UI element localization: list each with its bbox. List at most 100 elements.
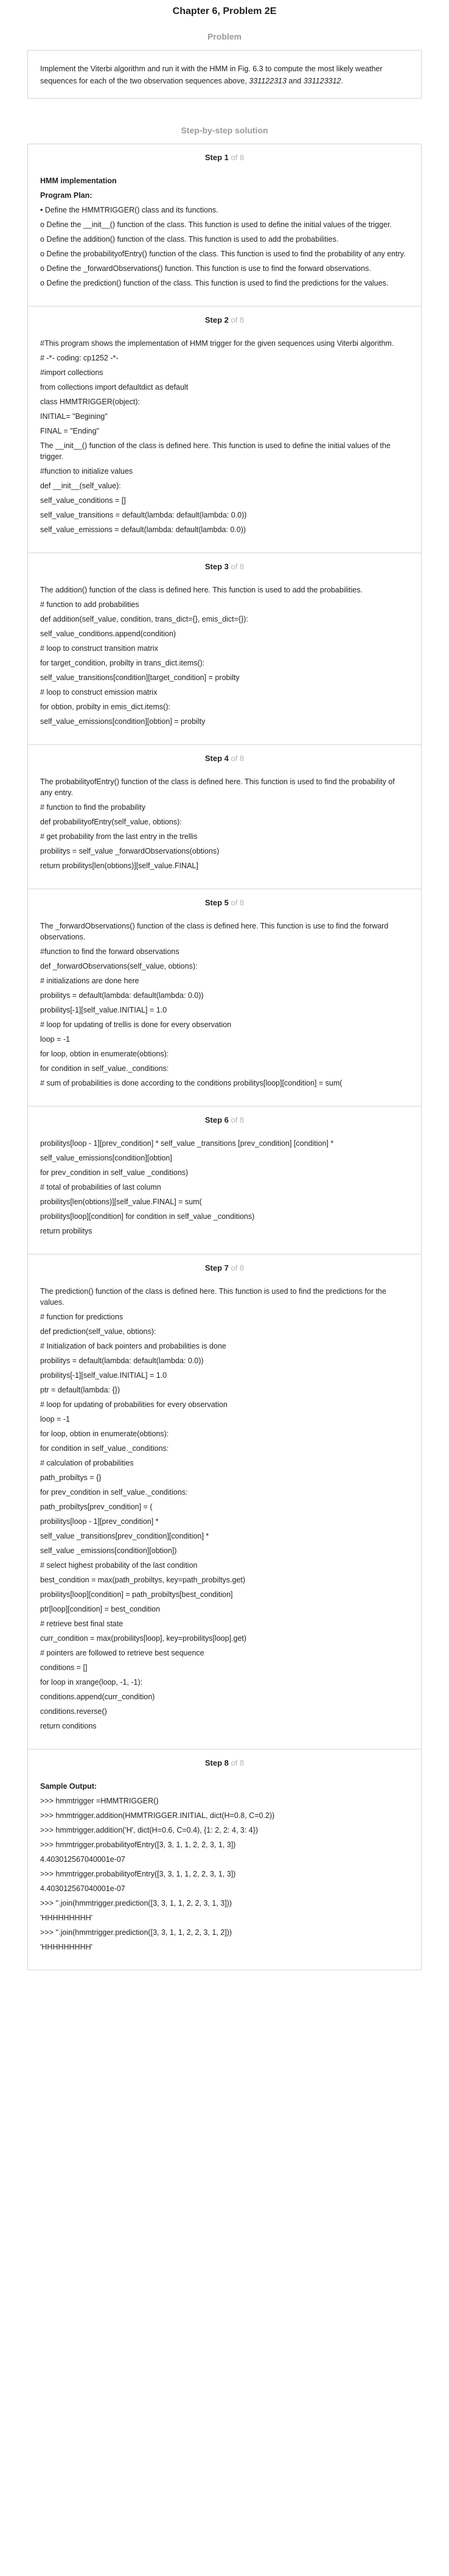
step-line: 4.403012567040001e-07 (40, 1855, 125, 1864)
step-number: Step 7 (204, 1263, 231, 1272)
step-line: # Initialization of back pointers and pr… (40, 1342, 226, 1350)
step-line: # function for predictions (40, 1313, 124, 1321)
step-line: #function to initialize values (40, 467, 133, 476)
step-line: loop = -1 (40, 1035, 70, 1044)
step-line: def probabilityofEntry(self_value, obtio… (40, 818, 182, 826)
step-line: The prediction() function of the class i… (40, 1287, 389, 1307)
step-line: for loop, obtion in enumerate(obtions): (40, 1430, 169, 1438)
problem-end: . (341, 77, 343, 85)
step-total: of 8 (231, 898, 245, 907)
step-line: for prev_condition in self_value _condit… (40, 1168, 189, 1177)
step-line: The probabilityofEntry() function of the… (40, 777, 397, 797)
step-number: Step 6 (204, 1115, 231, 1125)
observation-sequence-1: 331122313 (249, 77, 287, 85)
step-line: o Define the __init__() function of the … (40, 220, 392, 229)
step-line: return probilitys (40, 1227, 92, 1235)
step-subheading: Program Plan: (40, 191, 92, 200)
step-total: of 8 (231, 754, 245, 763)
step-line: def prediction(self_value, obtions): (40, 1327, 156, 1336)
step-line: def _forwardObservations(self_value, obt… (40, 962, 198, 970)
step-line: conditions = [] (40, 1663, 88, 1672)
step-line: for obtion, probilty in emis_dict.items(… (40, 703, 170, 711)
step-line: # initializations are done here (40, 977, 139, 985)
step-line: >>> hmmtrigger.probabilityofEntry([3, 3,… (40, 1841, 236, 1849)
step-line: return conditions (40, 1722, 97, 1730)
step-line: #function to find the forward observatio… (40, 947, 179, 956)
step-line: # loop to construct transition matrix (40, 644, 158, 653)
step-line: # retrieve best final state (40, 1620, 124, 1628)
step-number: Step 2 (204, 315, 231, 325)
step-line: for loop in xrange(loop, -1, -1): (40, 1678, 143, 1686)
step-line: for prev_condition in self_value._condit… (40, 1488, 188, 1497)
step-line: o Define the prediction() function of th… (40, 279, 389, 287)
step-line: self_value_emissions = default(lambda: d… (40, 525, 246, 534)
step-line: probilitys[loop][condition] for conditio… (40, 1212, 255, 1221)
step-line: # select highest probability of the last… (40, 1561, 198, 1570)
step-line: >>> hmmtrigger.addition('H', dict(H=0.6,… (40, 1826, 259, 1834)
step-header: Step 8 of 8 (40, 1758, 409, 1767)
step-line: path_probiltys[prev_condition] = ( (40, 1503, 153, 1511)
step-line: 'HHHHHHHHH' (40, 1914, 93, 1922)
step-section: Step 2 of 8 #This program shows the imple… (28, 307, 421, 553)
step-line: # loop for updating of trellis is done f… (40, 1020, 232, 1029)
observation-sequence-2: 331123312 (303, 77, 341, 85)
step-section: Step 1 of 8 HMM implementation Program Pla… (28, 144, 421, 307)
step-line: FINAL = "Ending" (40, 427, 100, 435)
step-line: probilitys = self_value _forwardObservat… (40, 847, 220, 855)
step-line: probilitys[len(obtions)][self_value.FINA… (40, 1198, 202, 1206)
step-header: Step 5 of 8 (40, 898, 409, 907)
step-line: >>> hmmtrigger.addition(HMMTRIGGER.INITI… (40, 1811, 275, 1820)
step-section: Step 8 of 8 Sample Output: >>> hmmtrigger … (28, 1750, 421, 1970)
step-number: Step 8 (204, 1758, 231, 1767)
problem-and: and (286, 77, 304, 85)
step-header: Step 4 of 8 (40, 754, 409, 763)
problem-statement: Implement the Viterbi algorithm and run … (27, 50, 422, 99)
step-subheading: Sample Output: (40, 1782, 97, 1791)
step-line: probilitys[-1][self_value.INITIAL] = 1.0 (40, 1006, 167, 1014)
step-line: INITIAL= "Begining" (40, 412, 108, 421)
step-total: of 8 (231, 1758, 245, 1767)
step-line: path_probiltys = {} (40, 1473, 102, 1482)
solution-page: Chapter 6, Problem 2E Problem Implement … (0, 0, 449, 1970)
step-line: # pointers are followed to retrieve best… (40, 1649, 204, 1657)
step-line: for loop, obtion in enumerate(obtions): (40, 1050, 169, 1058)
step-line: # function to add probabilities (40, 600, 139, 609)
step-line: curr_condition = max(probilitys[loop], k… (40, 1634, 247, 1643)
step-line: probilitys[loop - 1][prev_condition] * (40, 1517, 159, 1526)
step-line: for target_condition, probilty in trans_… (40, 659, 205, 667)
step-line: #This program shows the implementation o… (40, 339, 394, 348)
step-line: from collections import defaultdict as d… (40, 383, 189, 391)
step-line: self_value_transitions = default(lambda:… (40, 511, 247, 519)
step-line: probilitys = default(lambda: default(lam… (40, 991, 204, 1000)
step-line: >>> ''.join(hmmtrigger.prediction([3, 3,… (40, 1899, 232, 1907)
solution-steps: Step 1 of 8 HMM implementation Program Pla… (27, 144, 422, 1970)
step-line: • Define the HMMTRIGGER() class and its … (40, 206, 218, 214)
step-header: Step 2 of 8 (40, 315, 409, 325)
step-line: 4.403012567040001e-07 (40, 1884, 125, 1893)
step-line: >>> hmmtrigger.probabilityofEntry([3, 3,… (40, 1870, 236, 1878)
step-line: # sum of probabilities is done according… (40, 1079, 343, 1087)
step-total: of 8 (231, 315, 245, 325)
step-line: def __init__(self_value): (40, 482, 121, 490)
step-line: o Define the addition() function of the … (40, 235, 339, 244)
step-line: probilitys[loop][condition] = path_probi… (40, 1590, 233, 1599)
step-total: of 8 (231, 1263, 245, 1272)
step-number: Step 1 (204, 153, 231, 162)
step-line: return probilitys[len(obtions)][self_val… (40, 862, 198, 870)
step-line: # total of probabilities of last column (40, 1183, 161, 1191)
step-line: probilitys = default(lambda: default(lam… (40, 1356, 204, 1365)
step-line: self_value_conditions = [] (40, 496, 126, 505)
step-section: Step 6 of 8 probilitys[loop - 1][prev_con… (28, 1107, 421, 1255)
step-line: self_value_conditions.append(condition) (40, 630, 176, 638)
step-line: o Define the probabilityofEntry() functi… (40, 250, 406, 258)
step-total: of 8 (231, 562, 245, 571)
step-line: # get probability from the last entry in… (40, 832, 198, 841)
step-line: ptr = default(lambda: {}) (40, 1386, 120, 1394)
step-number: Step 3 (204, 562, 231, 571)
step-section: Step 7 of 8 The prediction() function of … (28, 1255, 421, 1750)
step-line: self_value _emissions[condition][obtion]… (40, 1546, 177, 1555)
step-line: self_value_emissions[condition][obtion] (40, 1154, 172, 1162)
step-line: for condition in self_value._conditions: (40, 1444, 169, 1453)
step-line: # loop for updating of probabilities for… (40, 1400, 228, 1409)
step-line: class HMMTRIGGER(object): (40, 398, 140, 406)
